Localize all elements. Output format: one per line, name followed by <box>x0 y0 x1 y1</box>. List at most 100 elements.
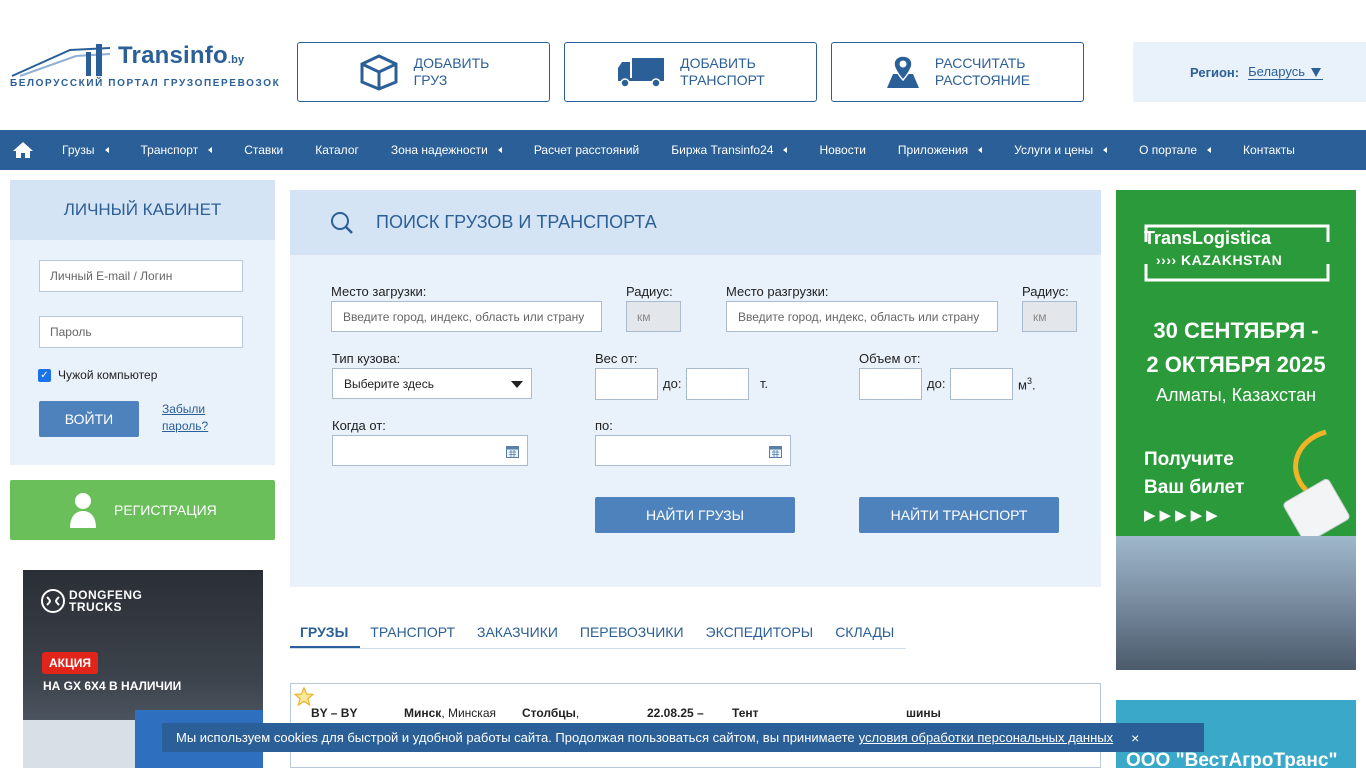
ad-right-ticket-line2: Ваш билет <box>1144 477 1245 498</box>
checkbox-checked-icon[interactable]: ✓ <box>38 368 51 382</box>
body-type-label: Тип кузова: <box>332 351 401 366</box>
forgot-password-link[interactable]: Забыли пароль? <box>162 401 208 435</box>
tab-carriers[interactable]: ПЕРЕВОЗЧИКИ <box>570 624 696 648</box>
main-nav: Грузы Транспорт Ставки Каталог Зона наде… <box>0 130 1366 170</box>
nav-item-label: Грузы <box>62 143 95 157</box>
weight-from-input[interactable] <box>595 368 658 400</box>
nav-item-label: О портале <box>1139 143 1198 157</box>
calc-distance-line2: РАССТОЯНИЕ <box>934 72 1031 88</box>
date-from-input[interactable] <box>332 435 528 466</box>
forgot-line2: пароль? <box>162 419 209 433</box>
search-panel: ПОИСК ГРУЗОВ И ТРАНСПОРТА Место загрузки… <box>290 190 1101 587</box>
listing-to-city: Столбцы <box>522 706 576 720</box>
add-cargo-line1: ДОБАВИТЬ <box>413 55 490 71</box>
password-input[interactable]: Пароль <box>39 316 243 348</box>
nav-item-catalog[interactable]: Каталог <box>299 130 375 170</box>
body-type-select[interactable]: Выберите здесь <box>332 368 532 399</box>
load-radius-input[interactable]: км <box>626 301 681 332</box>
calendar-icon[interactable] <box>769 445 782 458</box>
date-from-label: Когда от: <box>332 418 386 433</box>
listing-cargo: шины <box>906 706 941 720</box>
home-button[interactable] <box>0 130 46 170</box>
unload-radius-label: Радиус: <box>1022 284 1069 299</box>
close-icon[interactable]: × <box>1131 730 1139 746</box>
calendar-icon[interactable] <box>506 445 519 458</box>
find-cargo-button[interactable]: НАЙТИ ГРУЗЫ <box>595 497 795 533</box>
nav-item-news[interactable]: Новости <box>803 130 881 170</box>
unload-radius-input[interactable]: км <box>1022 301 1077 332</box>
calc-distance-line1: РАССЧИТАТЬ <box>934 55 1026 71</box>
listing-route: BY – BY <box>311 706 358 720</box>
volume-to-input[interactable] <box>950 368 1013 400</box>
listing-from-region: , Минская <box>441 706 496 720</box>
nav-item-services[interactable]: Услуги и цены <box>998 130 1123 170</box>
nav-item-label: Зона надежности <box>390 143 488 157</box>
ad-right-date-line2: 2 ОКТЯБРЯ 2025 <box>1146 352 1326 377</box>
star-icon[interactable] <box>294 687 314 706</box>
nav-item-rates[interactable]: Ставки <box>228 130 299 170</box>
nav-item-reliability[interactable]: Зона надежности <box>375 130 518 170</box>
tab-transport[interactable]: ТРАНСПОРТ <box>360 624 467 648</box>
nav-item-cargo[interactable]: Грузы <box>46 130 125 170</box>
nav-item-about[interactable]: О портале <box>1123 130 1227 170</box>
forgot-line1: Забыли <box>162 402 206 416</box>
load-radius-label: Радиус: <box>626 284 673 299</box>
user-icon <box>70 493 96 528</box>
register-button[interactable]: РЕГИСТРАЦИЯ <box>10 480 275 540</box>
add-cargo-button[interactable]: ДОБАВИТЬ ГРУЗ <box>297 42 550 102</box>
ad-right-ticket: Получите Ваш билет <box>1144 446 1244 502</box>
logo-road-icon <box>11 44 111 77</box>
nav-item-transport[interactable]: Транспорт <box>125 130 229 170</box>
nav-item-label: Каталог <box>315 143 359 157</box>
volume-unit-dot: . <box>1031 377 1036 393</box>
nav-item-label: Приложения <box>897 143 969 157</box>
site-logo[interactable]: Transinfo.by БЕЛОРУССКИЙ ПОРТАЛ ГРУЗОПЕР… <box>10 42 279 92</box>
ad-right-ticket-line1: Получите <box>1144 449 1234 470</box>
ad-right-dates: 30 СЕНТЯБРЯ - 2 ОКТЯБРЯ 2025 <box>1116 314 1356 382</box>
logo-subtitle: БЕЛОРУССКИЙ ПОРТАЛ ГРУЗОПЕРЕВОЗОК <box>10 78 281 89</box>
nav-item-distance[interactable]: Расчет расстояний <box>518 130 655 170</box>
volume-label: Объем от: <box>859 351 921 366</box>
calc-distance-button[interactable]: РАССЧИТАТЬ РАССТОЯНИЕ <box>831 42 1084 102</box>
weight-label: Вес от: <box>595 351 638 366</box>
listing-body-type: Тент <box>732 706 759 720</box>
add-transport-line2: ТРАНСПОРТ <box>680 72 765 88</box>
listing-to: Столбцы, <box>522 706 579 720</box>
submenu-arrow-icon <box>1103 147 1108 153</box>
cookie-text: Мы используем cookies для быстрой и удоб… <box>176 730 855 745</box>
login-input[interactable]: Личный E-mail / Логин <box>39 260 243 292</box>
nav-item-contacts[interactable]: Контакты <box>1227 130 1311 170</box>
weight-to-input[interactable] <box>686 368 749 400</box>
ad-brand: DONGFENG TRUCKS <box>69 589 142 613</box>
ad-brand-line2: TRUCKS <box>69 600 122 614</box>
date-to-input[interactable] <box>595 435 791 466</box>
listing-date: 22.08.25 – <box>647 706 704 720</box>
tab-cargo[interactable]: ГРУЗЫ <box>290 624 361 648</box>
results-tabs: ГРУЗЫ ТРАНСПОРТ ЗАКАЗЧИКИ ПЕРЕВОЗЧИКИ ЭК… <box>290 624 907 649</box>
unload-place-input[interactable]: Введите город, индекс, область или стран… <box>726 301 998 332</box>
remember-checkbox-row[interactable]: ✓ Чужой компьютер <box>38 368 157 382</box>
find-transport-button[interactable]: НАЙТИ ТРАНСПОРТ <box>859 497 1059 533</box>
weight-unit: т. <box>760 376 769 391</box>
load-place-input[interactable]: Введите город, индекс, область или стран… <box>331 301 602 332</box>
search-panel-header: ПОИСК ГРУЗОВ И ТРАНСПОРТА <box>290 190 1101 255</box>
dongfeng-logo-icon <box>41 589 65 613</box>
region-dropdown[interactable]: Беларусь <box>1248 64 1323 80</box>
tab-customers[interactable]: ЗАКАЗЧИКИ <box>467 624 570 648</box>
tab-warehouses[interactable]: СКЛАДЫ <box>825 624 906 648</box>
ad-right-city: Алматы, Казахстан <box>1155 385 1317 405</box>
login-button[interactable]: ВОЙТИ <box>39 401 139 437</box>
badge-lanyard-icon <box>1283 430 1350 540</box>
add-transport-button[interactable]: ДОБАВИТЬ ТРАНСПОРТ <box>564 42 817 102</box>
nav-item-exchange[interactable]: Биржа Transinfo24 <box>655 130 803 170</box>
cookie-policy-link[interactable]: условия обработки персональных данных <box>859 730 1113 745</box>
volume-from-input[interactable] <box>859 368 922 400</box>
nav-item-apps[interactable]: Приложения <box>882 130 998 170</box>
submenu-arrow-icon <box>1207 147 1212 153</box>
tab-forwarders[interactable]: ЭКСПЕДИТОРЫ <box>696 624 826 648</box>
translogistica-ad-banner[interactable]: TransLogistica ›››› KAZAKHSTAN 30 СЕНТЯБ… <box>1116 190 1356 670</box>
ad-right-date-line1: 30 СЕНТЯБРЯ - <box>1153 318 1319 343</box>
ad-right-arrows: ▶▶▶▶▶ <box>1144 507 1222 524</box>
register-label: РЕГИСТРАЦИЯ <box>114 502 217 518</box>
nav-item-label: Услуги и цены <box>1014 143 1094 157</box>
